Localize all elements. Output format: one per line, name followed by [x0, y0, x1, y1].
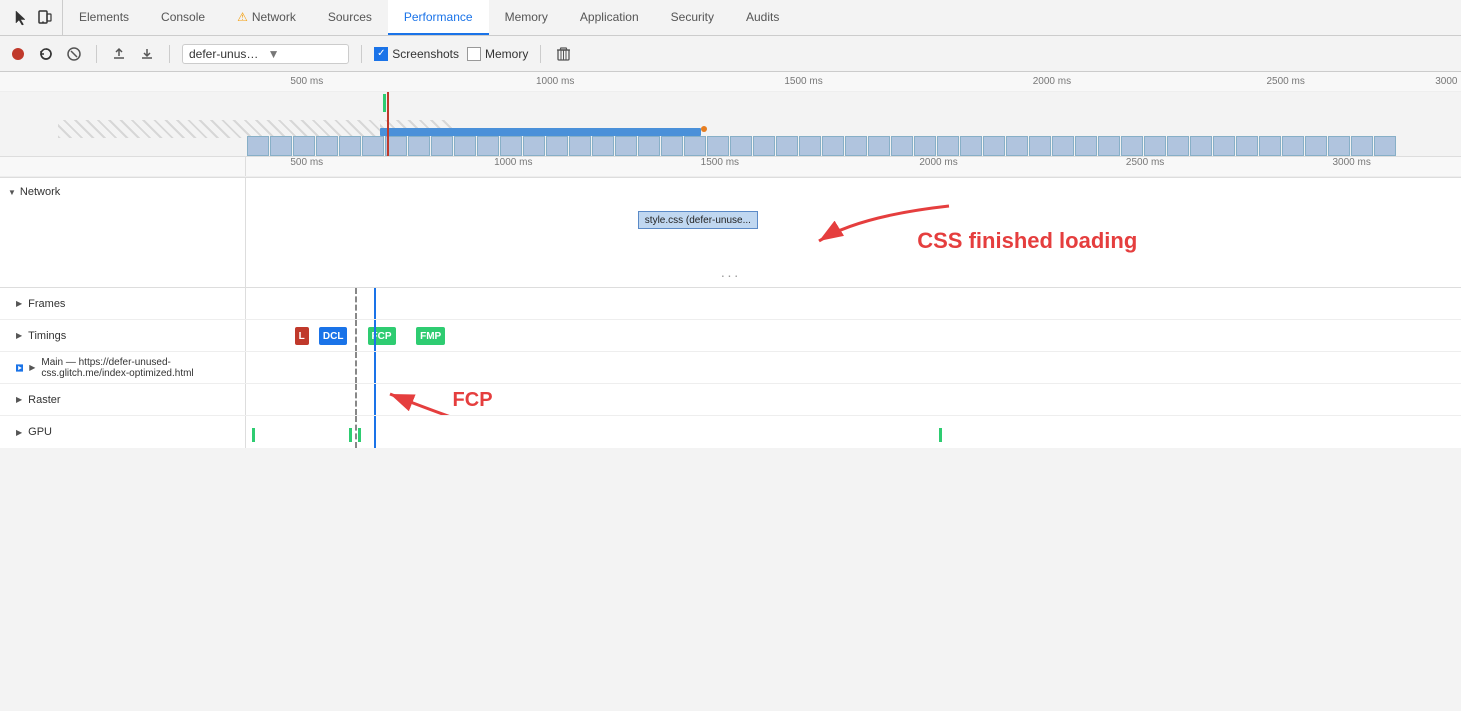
- gpu-bar-2: [349, 428, 352, 442]
- overview-tracks: // Generate filmstrip cells inline for(l…: [0, 92, 1461, 157]
- blue-line-gpu: [374, 416, 376, 448]
- blue-line-main: [374, 352, 376, 383]
- separator-2: [169, 45, 170, 63]
- url-dropdown[interactable]: defer-unused-css.glitch.... ▼: [182, 44, 349, 64]
- gpu-bar-3: [358, 428, 361, 442]
- css-network-bar[interactable]: style.css (defer-unuse...: [638, 211, 758, 229]
- dashed-line-timings: [355, 320, 357, 351]
- screenshots-checkbox[interactable]: [374, 47, 388, 61]
- time-label-500: 500 ms: [290, 76, 323, 87]
- tab-application[interactable]: Application: [564, 0, 655, 35]
- time-label-3000: 3000: [1435, 76, 1457, 87]
- filmstrip: // Generate filmstrip cells inline for(l…: [0, 135, 1461, 157]
- tab-audits[interactable]: Audits: [730, 0, 795, 35]
- screenshots-checkbox-label[interactable]: Screenshots: [374, 47, 459, 61]
- fcp-arrow-svg: [380, 384, 630, 415]
- blue-line-timings: [374, 320, 376, 351]
- orange-dot: [701, 126, 707, 132]
- main-label: ▶ Main — https://defer-unused-css.glitch…: [0, 352, 246, 383]
- tab-performance[interactable]: Performance: [388, 0, 489, 35]
- badge-dcl: DCL: [319, 327, 348, 345]
- clear-button[interactable]: [64, 44, 84, 64]
- frames-content: [246, 288, 1461, 319]
- performance-toolbar: defer-unused-css.glitch.... ▼ Screenshot…: [0, 36, 1461, 72]
- time-label-2500: 2500 ms: [1266, 76, 1304, 87]
- css-arrow: [759, 196, 959, 256]
- separator-4: [540, 45, 541, 63]
- memory-checkbox[interactable]: [467, 47, 481, 61]
- gpu-row: ▶ GPU: [0, 416, 1461, 448]
- overview-section[interactable]: 500 ms 1000 ms 1500 ms 2000 ms 2500 ms 3…: [0, 72, 1461, 157]
- gpu-label: ▶ GPU: [0, 416, 246, 448]
- detail-time-1000: 1000 ms: [494, 157, 532, 168]
- raster-expand-icon[interactable]: ▶: [16, 395, 22, 404]
- memory-checkbox-label[interactable]: Memory: [467, 47, 528, 61]
- blue-line-raster: [374, 384, 376, 415]
- download-button[interactable]: [137, 44, 157, 64]
- gpu-content: [246, 416, 1461, 448]
- resize-dots[interactable]: ···: [721, 267, 741, 283]
- raster-content: FCP: [246, 384, 1461, 415]
- timings-row: ▶ Timings L DCL FCP FMP: [0, 320, 1461, 352]
- gpu-expand-icon[interactable]: ▶: [16, 428, 22, 437]
- badge-fcp: FCP: [368, 327, 396, 345]
- dashed-line-raster: [355, 384, 357, 415]
- tab-security[interactable]: Security: [655, 0, 730, 35]
- detail-time-1500: 1500 ms: [701, 157, 739, 168]
- separator-1: [96, 45, 97, 63]
- dashed-line-frames: [355, 288, 357, 319]
- timings-expand-icon[interactable]: ▶: [16, 331, 22, 340]
- time-label-1000: 1000 ms: [536, 76, 574, 87]
- main-content: [246, 352, 1461, 383]
- detail-time-3000: 3000 ms: [1332, 157, 1370, 168]
- detail-time-2000: 2000 ms: [919, 157, 957, 168]
- devtools-icons: [4, 0, 63, 35]
- dashed-line-main: [355, 352, 357, 383]
- record-button[interactable]: [8, 44, 28, 64]
- badge-l: L: [295, 327, 309, 345]
- cursor-icon[interactable]: [12, 9, 30, 27]
- network-section: ▼ Network style.css (defer-unuse... CSS …: [0, 178, 1461, 288]
- device-icon[interactable]: [36, 9, 54, 27]
- overview-ruler: 500 ms 1000 ms 1500 ms 2000 ms 2500 ms 3…: [0, 72, 1461, 92]
- detail-section[interactable]: 500 ms 1000 ms 1500 ms 2000 ms 2500 ms 3…: [0, 157, 1461, 178]
- separator-3: [361, 45, 362, 63]
- warning-icon: ⚠: [237, 10, 248, 24]
- detail-time-2500: 2500 ms: [1126, 157, 1164, 168]
- frames-label: ▶ Frames: [0, 288, 246, 319]
- green-spike-top: [383, 94, 386, 112]
- trash-button[interactable]: [553, 44, 573, 64]
- gpu-bar-4: [939, 428, 942, 442]
- refresh-record-button[interactable]: [36, 44, 56, 64]
- raster-row: ▶ Raster FCP: [0, 384, 1461, 416]
- gpu-bar-1: [252, 428, 255, 442]
- detail-time-500: 500 ms: [290, 157, 323, 168]
- tab-memory[interactable]: Memory: [489, 0, 564, 35]
- bottom-section: ▶ Frames ▶ Timings L DCL FCP FMP: [0, 288, 1461, 448]
- timings-content: L DCL FCP FMP: [246, 320, 1461, 351]
- upload-button[interactable]: [109, 44, 129, 64]
- playhead-line: [387, 92, 389, 157]
- main-row: ▶ Main — https://defer-unused-css.glitch…: [0, 352, 1461, 384]
- timings-label: ▶ Timings: [0, 320, 246, 351]
- tab-console[interactable]: Console: [145, 0, 221, 35]
- time-label-1500: 1500 ms: [784, 76, 822, 87]
- main-expand-icon[interactable]: ▶: [29, 363, 35, 372]
- raster-label: ▶ Raster: [0, 384, 246, 415]
- blue-line-frames: [374, 288, 376, 319]
- main-play-icon: [16, 363, 23, 373]
- frames-row: ▶ Frames: [0, 288, 1461, 320]
- dropdown-arrow-icon: ▼: [268, 47, 343, 61]
- badge-fmp: FMP: [416, 327, 445, 345]
- tab-network[interactable]: ⚠ Network: [221, 0, 312, 35]
- dashed-line-gpu: [355, 416, 357, 448]
- tab-bar: Elements Console ⚠ Network Sources Perfo…: [0, 0, 1461, 36]
- tab-sources[interactable]: Sources: [312, 0, 388, 35]
- tab-elements[interactable]: Elements: [63, 0, 145, 35]
- time-label-2000: 2000 ms: [1033, 76, 1071, 87]
- frames-expand-icon[interactable]: ▶: [16, 299, 22, 308]
- detail-ruler: 500 ms 1000 ms 1500 ms 2000 ms 2500 ms 3…: [0, 157, 1461, 177]
